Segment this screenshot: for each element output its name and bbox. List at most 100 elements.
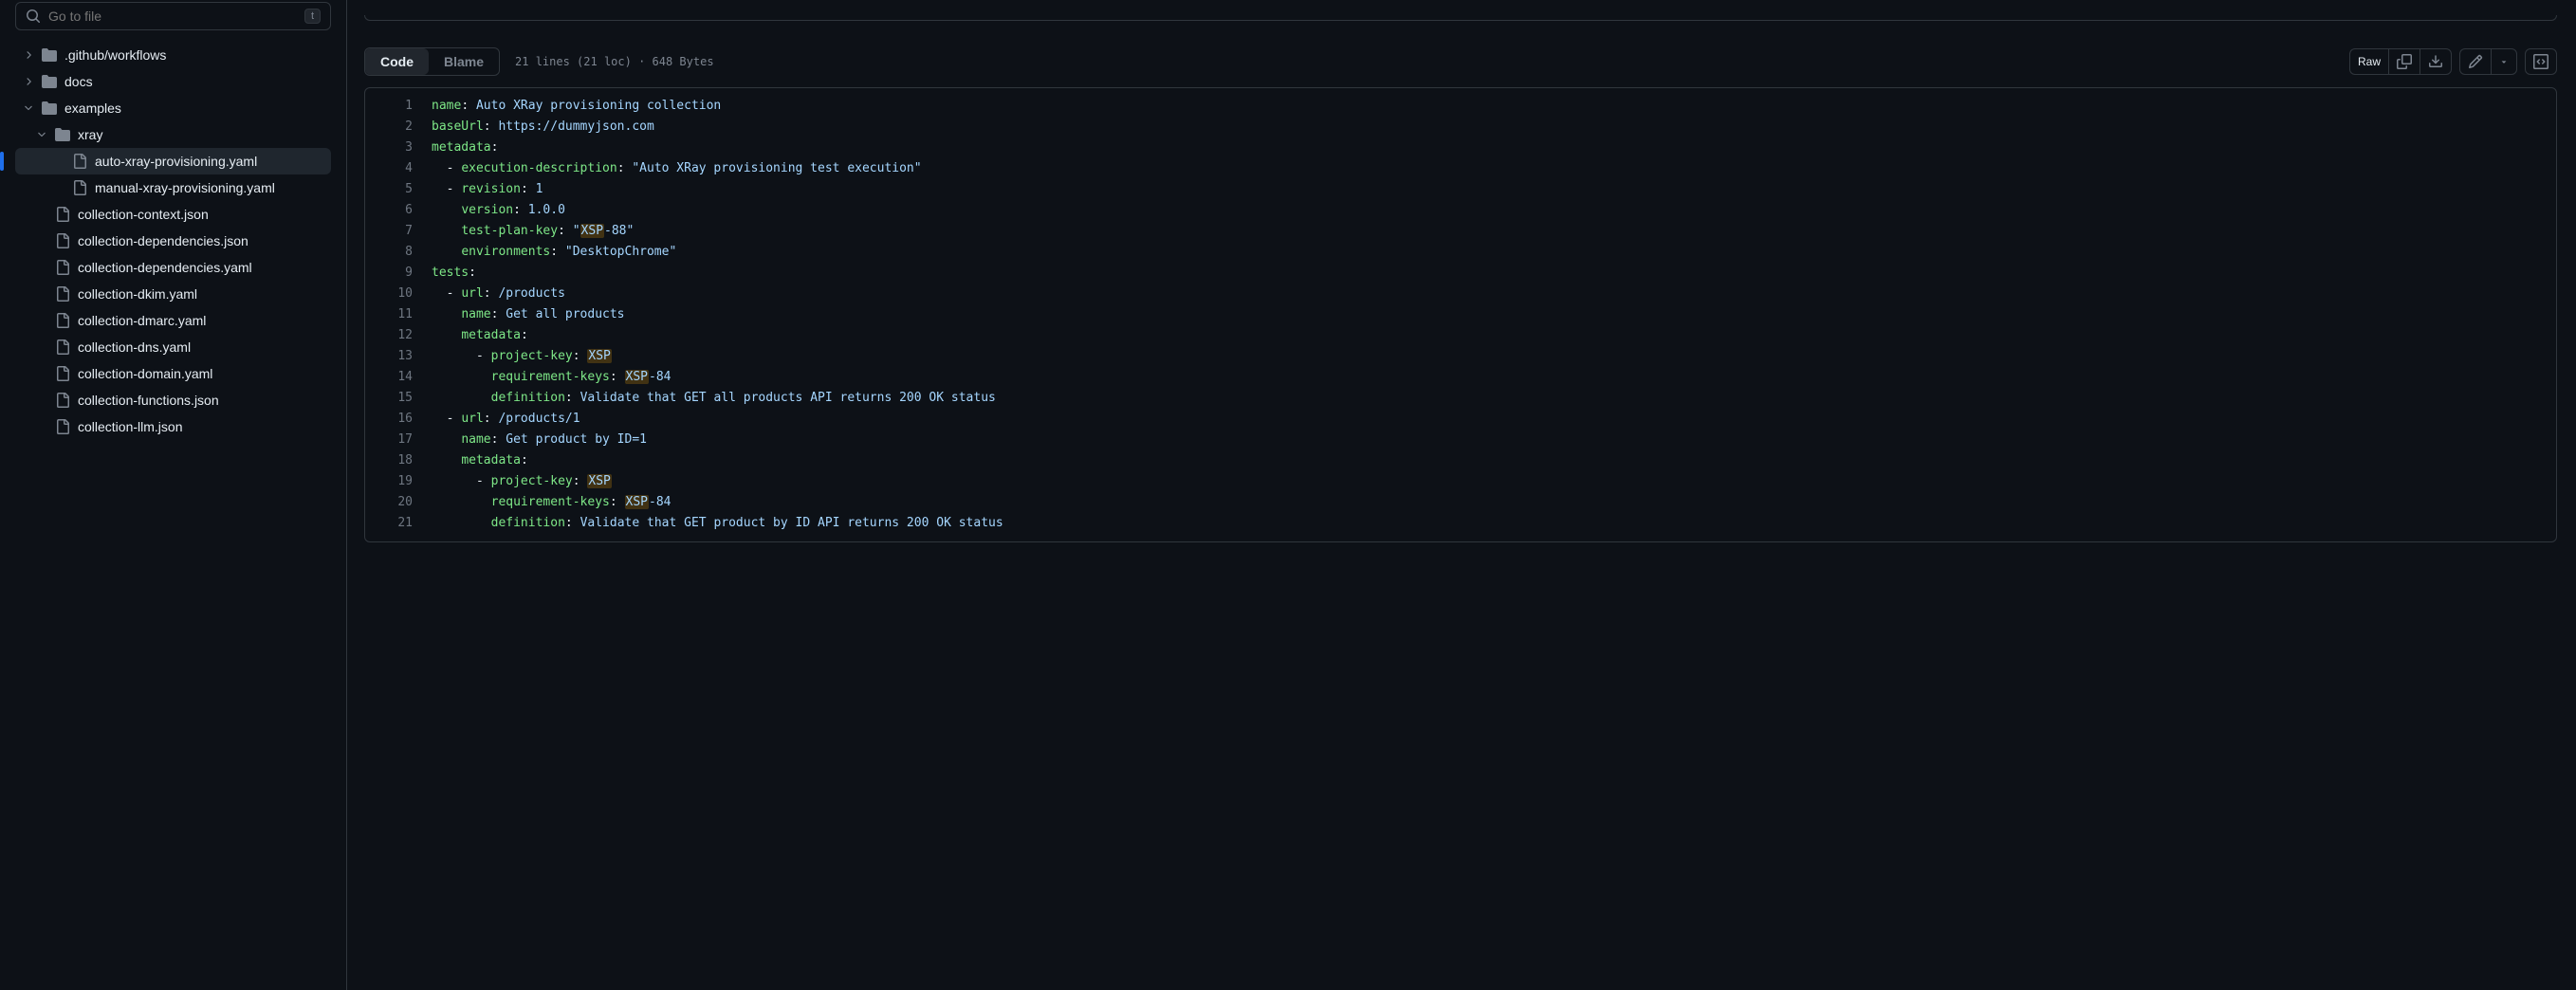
tree-item-collection-functions-json[interactable]: collection-functions.json [15, 387, 331, 413]
copy-icon [2397, 54, 2412, 69]
line-number: 18 [365, 450, 432, 471]
tree-item-xray[interactable]: xray [15, 121, 331, 148]
code-line[interactable]: 10 - url: /products [365, 284, 2556, 304]
file-toolbar: Code Blame 21 lines (21 loc) · 648 Bytes… [364, 47, 2557, 76]
tree-label: collection-domain.yaml [78, 366, 212, 381]
tree-label: collection-dmarc.yaml [78, 313, 206, 328]
edit-dropdown[interactable] [2491, 48, 2517, 75]
code-line[interactable]: 7 test-plan-key: "XSP-88" [365, 221, 2556, 242]
line-content: name: Auto XRay provisioning collection [432, 96, 2556, 117]
code-line[interactable]: 18 metadata: [365, 450, 2556, 471]
raw-button[interactable]: Raw [2349, 48, 2388, 75]
tree-item-collection-context-json[interactable]: collection-context.json [15, 201, 331, 228]
file-icon [55, 286, 70, 302]
file-icon [55, 233, 70, 248]
file-icon [55, 313, 70, 328]
tab-code[interactable]: Code [365, 48, 429, 75]
line-number: 15 [365, 388, 432, 409]
code-line[interactable]: 6 version: 1.0.0 [365, 200, 2556, 221]
tree-label: .github/workflows [64, 47, 166, 63]
code-line[interactable]: 17 name: Get product by ID=1 [365, 430, 2556, 450]
line-content: requirement-keys: XSP-84 [432, 367, 2556, 388]
folder-icon [42, 101, 57, 116]
chevron-right-icon [23, 76, 34, 87]
line-number: 7 [365, 221, 432, 242]
line-content: version: 1.0.0 [432, 200, 2556, 221]
symbols-button[interactable] [2525, 48, 2557, 75]
tree-label: collection-dependencies.yaml [78, 260, 252, 275]
tree-item-auto-xray-provisioning-yaml[interactable]: auto-xray-provisioning.yaml [15, 148, 331, 174]
code-line[interactable]: 15 definition: Validate that GET all pro… [365, 388, 2556, 409]
code-line[interactable]: 9tests: [365, 263, 2556, 284]
line-number: 11 [365, 304, 432, 325]
copy-button[interactable] [2388, 48, 2420, 75]
code-line[interactable]: 13 - project-key: XSP [365, 346, 2556, 367]
file-icon [55, 339, 70, 355]
line-content: name: Get product by ID=1 [432, 430, 2556, 450]
download-icon [2428, 54, 2443, 69]
code-line[interactable]: 8 environments: "DesktopChrome" [365, 242, 2556, 263]
chevron-down-icon [36, 129, 47, 140]
line-number: 5 [365, 179, 432, 200]
line-number: 8 [365, 242, 432, 263]
code-line[interactable]: 21 definition: Validate that GET product… [365, 513, 2556, 534]
tree-item-docs[interactable]: docs [15, 68, 331, 95]
tree-item-collection-dependencies-json[interactable]: collection-dependencies.json [15, 228, 331, 254]
folder-icon [42, 74, 57, 89]
line-number: 1 [365, 96, 432, 117]
tree-item-collection-domain-yaml[interactable]: collection-domain.yaml [15, 360, 331, 387]
code-line[interactable]: 14 requirement-keys: XSP-84 [365, 367, 2556, 388]
edit-button[interactable] [2459, 48, 2491, 75]
code-square-icon [2533, 54, 2548, 69]
code-line[interactable]: 19 - project-key: XSP [365, 471, 2556, 492]
tree-label: collection-dependencies.json [78, 233, 248, 248]
tree-item-examples[interactable]: examples [15, 95, 331, 121]
tree-item-collection-dependencies-yaml[interactable]: collection-dependencies.yaml [15, 254, 331, 281]
code-line[interactable]: 11 name: Get all products [365, 304, 2556, 325]
line-number: 10 [365, 284, 432, 304]
tree-item-collection-dmarc-yaml[interactable]: collection-dmarc.yaml [15, 307, 331, 334]
tree-item-collection-dkim-yaml[interactable]: collection-dkim.yaml [15, 281, 331, 307]
code-line[interactable]: 16 - url: /products/1 [365, 409, 2556, 430]
code-view[interactable]: 1name: Auto XRay provisioning collection… [364, 87, 2557, 542]
line-content: baseUrl: https://dummyjson.com [432, 117, 2556, 138]
tree-label: collection-context.json [78, 207, 209, 222]
file-icon [55, 419, 70, 434]
tree-label: xray [78, 127, 102, 142]
file-icon [72, 154, 87, 169]
chevron-down-icon [23, 102, 34, 114]
code-line[interactable]: 5 - revision: 1 [365, 179, 2556, 200]
file-info: 21 lines (21 loc) · 648 Bytes [515, 55, 714, 68]
line-content: - project-key: XSP [432, 346, 2556, 367]
line-number: 20 [365, 492, 432, 513]
tree-label: auto-xray-provisioning.yaml [95, 154, 257, 169]
tree-item-collection-dns-yaml[interactable]: collection-dns.yaml [15, 334, 331, 360]
download-button[interactable] [2420, 48, 2452, 75]
code-line[interactable]: 20 requirement-keys: XSP-84 [365, 492, 2556, 513]
line-content: metadata: [432, 450, 2556, 471]
code-line[interactable]: 12 metadata: [365, 325, 2556, 346]
file-search[interactable]: t [15, 2, 331, 30]
header-divider [364, 15, 2557, 21]
code-line[interactable]: 4 - execution-description: "Auto XRay pr… [365, 158, 2556, 179]
tree-label: collection-dns.yaml [78, 339, 191, 355]
code-line[interactable]: 2baseUrl: https://dummyjson.com [365, 117, 2556, 138]
tree-item--github-workflows[interactable]: .github/workflows [15, 42, 331, 68]
tree-item-collection-llm-json[interactable]: collection-llm.json [15, 413, 331, 440]
search-input[interactable] [48, 9, 304, 24]
tab-blame[interactable]: Blame [429, 48, 499, 75]
code-line[interactable]: 1name: Auto XRay provisioning collection [365, 96, 2556, 117]
chevron-right-icon [23, 49, 34, 61]
file-icon [55, 393, 70, 408]
tree-item-manual-xray-provisioning-yaml[interactable]: manual-xray-provisioning.yaml [15, 174, 331, 201]
line-number: 4 [365, 158, 432, 179]
line-content: requirement-keys: XSP-84 [432, 492, 2556, 513]
folder-icon [55, 127, 70, 142]
tree-label: collection-llm.json [78, 419, 182, 434]
line-content: definition: Validate that GET product by… [432, 513, 2556, 534]
line-content: metadata: [432, 325, 2556, 346]
code-line[interactable]: 3metadata: [365, 138, 2556, 158]
file-icon [55, 207, 70, 222]
file-icon [55, 260, 70, 275]
line-content: name: Get all products [432, 304, 2556, 325]
